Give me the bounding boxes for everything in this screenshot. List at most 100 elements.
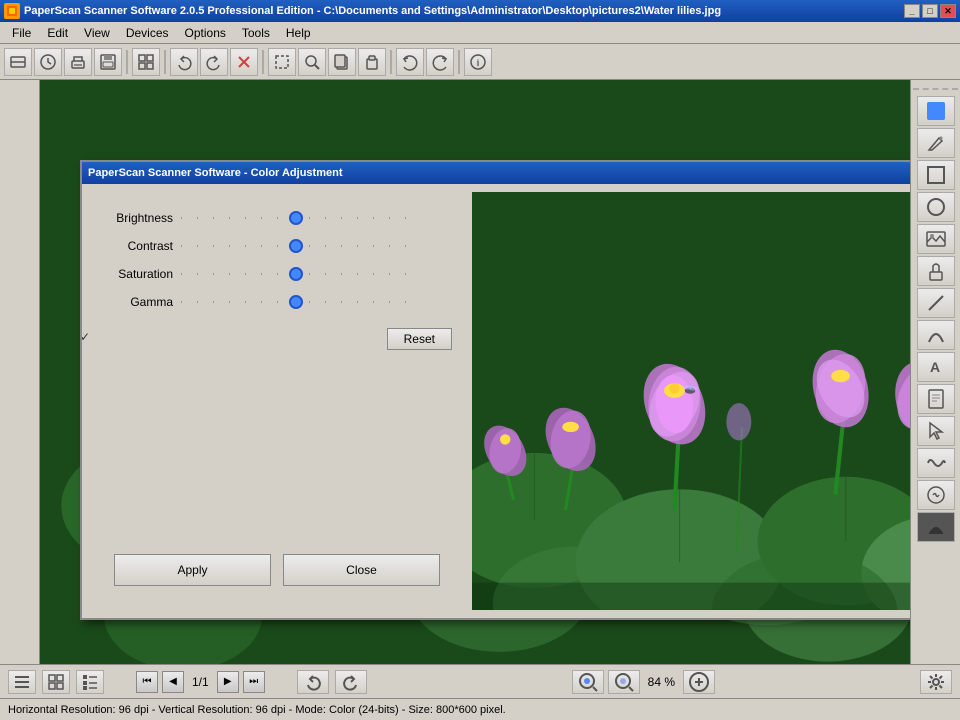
sidebar-ellipse-btn[interactable] bbox=[917, 192, 955, 222]
detail-view-btn[interactable] bbox=[76, 670, 104, 694]
paste-button[interactable] bbox=[358, 48, 386, 76]
brightness-track bbox=[181, 208, 456, 228]
zoom-in-btn[interactable] bbox=[572, 670, 604, 694]
gamma-label: Gamma bbox=[98, 295, 173, 309]
dialog-body: ✓ Brightness Contrast bbox=[82, 184, 910, 618]
scan-button[interactable] bbox=[4, 48, 32, 76]
sidebar-dark-btn[interactable] bbox=[917, 512, 955, 542]
grid-button[interactable] bbox=[132, 48, 160, 76]
redo-button[interactable] bbox=[426, 48, 454, 76]
sidebar-pencil-btn[interactable] bbox=[917, 128, 955, 158]
rotate-cw-btn[interactable] bbox=[335, 670, 367, 694]
sidebar-image-btn[interactable] bbox=[917, 224, 955, 254]
sidebar-doc-btn[interactable] bbox=[917, 384, 955, 414]
close-dialog-button[interactable]: Close bbox=[283, 554, 440, 586]
sidebar-rect-btn[interactable] bbox=[917, 160, 955, 190]
copy-button[interactable] bbox=[328, 48, 356, 76]
saturation-label: Saturation bbox=[98, 267, 173, 281]
zoom-options-btn[interactable] bbox=[683, 670, 715, 694]
main-content: PaperScan Scanner Software - Color Adjus… bbox=[0, 80, 960, 664]
checkbox-mark[interactable]: ✓ bbox=[82, 330, 90, 344]
menu-devices[interactable]: Devices bbox=[118, 24, 177, 42]
saturation-slider[interactable] bbox=[181, 264, 411, 284]
contrast-label: Contrast bbox=[98, 239, 173, 253]
first-page-btn[interactable]: ⏮ bbox=[136, 671, 158, 693]
toolbar-separator-2 bbox=[164, 50, 166, 74]
rotate-left-button[interactable] bbox=[170, 48, 198, 76]
sidebar-wave-btn[interactable] bbox=[917, 448, 955, 478]
sidebar-line-btn[interactable] bbox=[917, 288, 955, 318]
sidebar-color-btn[interactable] bbox=[917, 96, 955, 126]
center-area: PaperScan Scanner Software - Color Adjus… bbox=[40, 80, 910, 664]
brightness-slider[interactable] bbox=[181, 208, 411, 228]
zoom-area: 84 % bbox=[572, 670, 715, 694]
contrast-slider[interactable] bbox=[181, 236, 411, 256]
svg-text:A: A bbox=[930, 359, 940, 375]
bottom-toolbar: ⏮ ◀ 1/1 ▶ ⏭ 84 % bbox=[0, 664, 960, 698]
contrast-row: Contrast bbox=[98, 236, 456, 256]
menu-edit[interactable]: Edit bbox=[39, 24, 76, 42]
preview-image bbox=[472, 192, 910, 610]
select-button[interactable] bbox=[268, 48, 296, 76]
app-icon bbox=[4, 3, 20, 19]
brightness-row: Brightness bbox=[98, 208, 456, 228]
apply-button[interactable]: Apply bbox=[114, 554, 271, 586]
scan-mode-button[interactable] bbox=[34, 48, 62, 76]
sidebar-text-btn[interactable]: A bbox=[917, 352, 955, 382]
zoom-button[interactable] bbox=[298, 48, 326, 76]
rotate-right-button[interactable] bbox=[200, 48, 228, 76]
info-button[interactable]: i bbox=[464, 48, 492, 76]
action-buttons-row: Apply Close bbox=[98, 538, 456, 602]
menu-options[interactable]: Options bbox=[177, 24, 234, 42]
preview-panel bbox=[472, 192, 910, 610]
gamma-track bbox=[181, 292, 456, 312]
minimize-button[interactable]: _ bbox=[904, 4, 920, 18]
right-sidebar: A bbox=[910, 80, 960, 664]
print-button[interactable] bbox=[64, 48, 92, 76]
sidebar-curve-btn[interactable] bbox=[917, 320, 955, 350]
save-button[interactable] bbox=[94, 48, 122, 76]
last-page-btn[interactable]: ⏭ bbox=[243, 671, 265, 693]
color-adjustment-dialog: PaperScan Scanner Software - Color Adjus… bbox=[80, 160, 910, 620]
sidebar-pointer-btn[interactable] bbox=[917, 416, 955, 446]
maximize-button[interactable]: □ bbox=[922, 4, 938, 18]
zoom-value: 84 % bbox=[644, 675, 679, 689]
navigation-area: ⏮ ◀ 1/1 ▶ ⏭ bbox=[136, 671, 265, 693]
menu-tools[interactable]: Tools bbox=[234, 24, 278, 42]
delete-button[interactable] bbox=[230, 48, 258, 76]
prev-page-btn[interactable]: ◀ bbox=[162, 671, 184, 693]
left-panel bbox=[0, 80, 40, 664]
dialog-title: PaperScan Scanner Software - Color Adjus… bbox=[88, 167, 910, 179]
toolbar-separator-1 bbox=[126, 50, 128, 74]
undo-button[interactable] bbox=[396, 48, 424, 76]
settings-btn[interactable] bbox=[920, 670, 952, 694]
saturation-row: Saturation bbox=[98, 264, 456, 284]
menu-help[interactable]: Help bbox=[278, 24, 319, 42]
app-window: PaperScan Scanner Software 2.0.5 Profess… bbox=[0, 0, 960, 720]
gamma-row: Gamma bbox=[98, 292, 456, 312]
title-bar: PaperScan Scanner Software 2.0.5 Profess… bbox=[0, 0, 960, 22]
toolbar-separator-4 bbox=[390, 50, 392, 74]
sidebar-extra-btn[interactable] bbox=[917, 480, 955, 510]
contrast-track bbox=[181, 236, 456, 256]
zoom-out-btn[interactable] bbox=[608, 670, 640, 694]
status-text: Horizontal Resolution: 96 dpi - Vertical… bbox=[8, 704, 506, 716]
page-number: 1/1 bbox=[188, 675, 213, 689]
saturation-track bbox=[181, 264, 456, 284]
toolbar-separator-3 bbox=[262, 50, 264, 74]
next-page-btn[interactable]: ▶ bbox=[217, 671, 239, 693]
rotate-ccw-btn[interactable] bbox=[297, 670, 329, 694]
list-view-btn[interactable] bbox=[8, 670, 36, 694]
gamma-slider[interactable] bbox=[181, 292, 411, 312]
close-button[interactable]: ✕ bbox=[940, 4, 956, 18]
dialog-overlay: PaperScan Scanner Software - Color Adjus… bbox=[40, 80, 910, 664]
reset-button[interactable]: Reset bbox=[387, 328, 452, 350]
window-controls: _ □ ✕ bbox=[904, 4, 956, 18]
controls-panel: ✓ Brightness Contrast bbox=[82, 184, 472, 618]
toolbar: i bbox=[0, 44, 960, 80]
sidebar-stamp-btn[interactable] bbox=[917, 256, 955, 286]
menu-file[interactable]: File bbox=[4, 24, 39, 42]
menu-view[interactable]: View bbox=[76, 24, 118, 42]
grid-view-btn[interactable] bbox=[42, 670, 70, 694]
status-bar: Horizontal Resolution: 96 dpi - Vertical… bbox=[0, 698, 960, 720]
